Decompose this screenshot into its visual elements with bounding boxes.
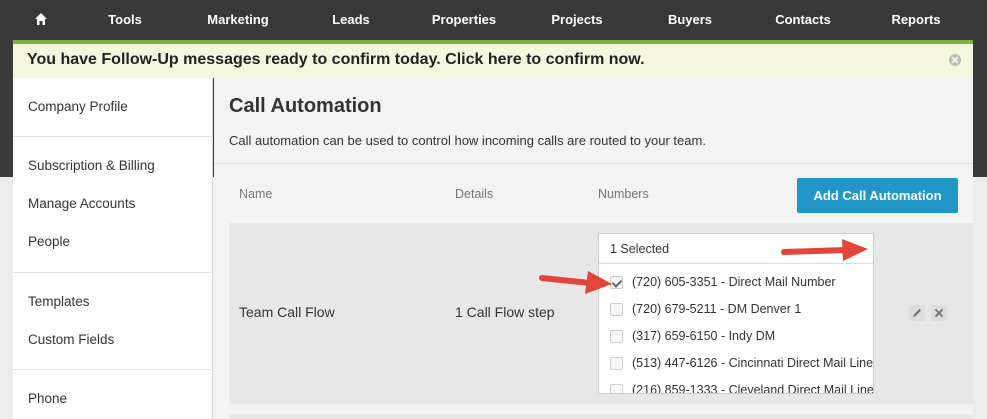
checkbox[interactable] [610,330,623,343]
sidebar-item-people[interactable]: People [28,234,70,249]
top-nav: Tools Marketing Leads Properties Project… [0,0,987,40]
numbers-multiselect[interactable]: 1 Selected (720) 605-3351 - Direct Mail … [598,233,874,394]
sidebar-divider [13,272,213,273]
checkbox[interactable] [610,384,623,393]
selected-count: 1 Selected [610,242,670,256]
page-description: Call automation can be used to control h… [229,133,706,148]
column-header-details: Details [455,187,494,201]
row-name: Team Call Flow [239,304,335,320]
column-header-name: Name [239,187,273,201]
number-option[interactable]: (513) 447-6126 - Cincinnati Direct Mail … [599,350,873,377]
sidebar-item-manage-accounts[interactable]: Manage Accounts [28,196,135,211]
page-title: Call Automation [229,95,382,117]
number-option-label: (216) 859-1333 - Cleveland Direct Mail L… [632,383,874,394]
pencil-icon[interactable] [909,305,925,321]
sidebar-item-company-profile[interactable]: Company Profile [28,99,128,114]
sidebar-divider [13,369,213,370]
number-option[interactable]: (317) 659-6150 - Indy DM [599,323,873,350]
table-row [229,414,973,419]
settings-sidebar: Company Profile Subscription & Billing M… [13,78,213,419]
row-details: 1 Call Flow step [455,304,555,320]
nav-projects[interactable]: Projects [551,0,602,40]
checkbox[interactable] [610,357,623,370]
number-option[interactable]: (720) 679-5211 - DM Denver 1 [599,296,873,323]
nav-reports[interactable]: Reports [891,0,940,40]
sidebar-item-subscription-billing[interactable]: Subscription & Billing [28,158,155,173]
nav-properties[interactable]: Properties [432,0,496,40]
nav-tools[interactable]: Tools [108,0,142,40]
sidebar-item-custom-fields[interactable]: Custom Fields [28,332,114,347]
home-icon[interactable] [34,12,48,26]
sidebar-item-phone[interactable]: Phone [28,391,67,406]
content-divider [214,163,973,164]
number-option-label: (513) 447-6126 - Cincinnati Direct Mail … [632,356,874,370]
close-icon[interactable] [949,54,961,66]
banner-message-link[interactable]: You have Follow-Up messages ready to con… [27,44,645,76]
sidebar-divider [13,136,213,137]
delete-icon[interactable] [931,305,947,321]
checkbox-checked[interactable] [610,276,623,289]
numbers-select-toggle[interactable]: 1 Selected [599,234,873,264]
number-option-label: (317) 659-6150 - Indy DM [632,329,776,343]
number-option-label: (720) 605-3351 - Direct Mail Number [632,275,836,289]
chevron-down-icon [856,247,864,252]
nav-leads[interactable]: Leads [332,0,370,40]
nav-marketing[interactable]: Marketing [207,0,268,40]
follow-up-banner: You have Follow-Up messages ready to con… [13,44,973,78]
nav-buyers[interactable]: Buyers [668,0,712,40]
column-header-numbers: Numbers [598,187,649,201]
number-option[interactable]: (216) 859-1333 - Cleveland Direct Mail L… [599,377,874,394]
main-content: Call Automation Call automation can be u… [214,78,973,419]
number-option[interactable]: (720) 605-3351 - Direct Mail Number [599,269,873,296]
checkbox[interactable] [610,303,623,316]
add-call-automation-button[interactable]: Add Call Automation [797,178,958,213]
number-option-label: (720) 679-5211 - DM Denver 1 [632,302,802,316]
nav-contacts[interactable]: Contacts [775,0,831,40]
sidebar-item-templates[interactable]: Templates [28,294,90,309]
